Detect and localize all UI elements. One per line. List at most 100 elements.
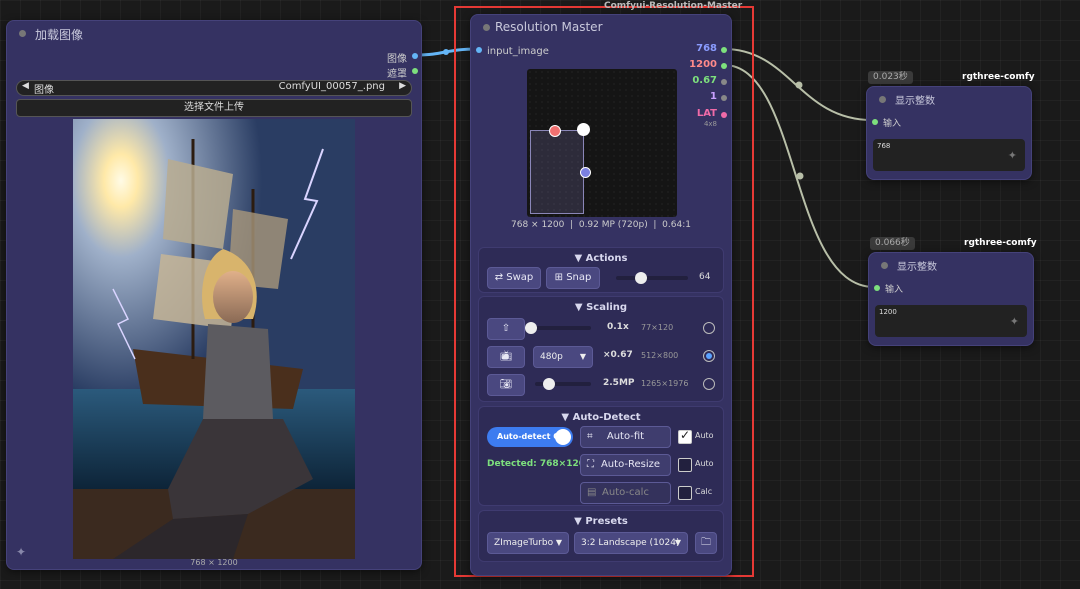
width-handle[interactable] (579, 167, 591, 179)
height-handle[interactable] (549, 124, 562, 137)
megapixel-radio[interactable] (703, 378, 715, 390)
node-title: 加载图像 (35, 28, 84, 42)
output-slot-ratio[interactable] (721, 79, 727, 85)
load-image-node[interactable]: 加载图像 图像 遮罩 ◀ 图像 ComfyUI_00057_.png ▶ 选择文… (6, 20, 422, 570)
auto-detect-title[interactable]: ▼ Auto-Detect (479, 412, 723, 423)
scale-factor-value: 0.1x (607, 322, 629, 332)
auto-fit-checkbox[interactable] (678, 428, 692, 444)
resolution-preset-button[interactable]: 📺︎ (487, 346, 525, 368)
node-title-bar[interactable]: 显示整数 (869, 253, 1033, 277)
chevron-down-icon: ▼ (674, 538, 681, 547)
scale-slider-track[interactable] (531, 326, 591, 330)
resolution-factor-value: ×0.67 (603, 350, 633, 360)
scale-slider-knob[interactable] (525, 322, 537, 334)
sparkle-icon[interactable]: ✦ (16, 545, 26, 559)
folder-icon: 🗀︎ (701, 537, 711, 548)
snap-value: 64 (699, 272, 711, 282)
output-latent: LAT (696, 108, 717, 119)
input-slot[interactable] (874, 285, 880, 291)
megapixel-button[interactable]: 📷︎ (487, 374, 525, 396)
manage-presets-button[interactable]: 🗀︎ (695, 532, 717, 554)
resolution-rect[interactable] (530, 129, 584, 214)
upscale-button[interactable]: ⇧ (487, 318, 525, 340)
calculator-icon: ▤ (587, 487, 597, 498)
display-value: 768 (877, 142, 891, 150)
fit-icon: ⌗ (587, 431, 593, 442)
node-title-bar[interactable]: 加载图像 (7, 21, 421, 45)
resolution-radio[interactable] (703, 350, 715, 362)
input-slot[interactable] (872, 119, 878, 125)
auto-fit-button[interactable]: ⌗ Auto-fit (580, 426, 671, 448)
brand-label: rgthree-comfy (962, 72, 1035, 82)
combo-label: 图像 (34, 85, 54, 96)
output-batch: 1 (710, 91, 717, 102)
upload-button[interactable]: 选择文件上传 (16, 99, 412, 117)
node-title: 显示整数 (895, 96, 935, 107)
resolution-factor-result: 512×800 (641, 351, 679, 360)
output-height: 1200 (689, 59, 717, 70)
snap-slider-knob[interactable] (635, 272, 648, 284)
node-title-bar[interactable]: Resolution Master (471, 15, 731, 39)
preset-value: 3:2 Landscape (1024) (581, 538, 680, 548)
execution-time-badge: 0.066秒 (870, 237, 915, 250)
actions-title[interactable]: ▼ Actions (479, 253, 723, 264)
collapse-dot-icon[interactable] (483, 24, 490, 31)
brand-label: rgthree-comfy (964, 238, 1037, 248)
megapixel-slider-knob[interactable] (543, 378, 555, 390)
collapse-dot-icon[interactable] (19, 30, 26, 37)
resolution-canvas[interactable] (527, 69, 677, 217)
presets-title[interactable]: ▼ Presets (479, 516, 723, 527)
auto-calc-button[interactable]: ▤ Auto-calc (580, 482, 671, 504)
preset-category-value: ZImageTurbo (494, 538, 554, 548)
value-display: 1200 ✦ (875, 305, 1027, 337)
resolution-select[interactable]: 480p ▼ (533, 346, 593, 368)
auto-resize-checkbox[interactable] (678, 458, 692, 472)
collapse-dot-icon[interactable] (879, 96, 886, 103)
chevron-down-icon: ▼ (579, 352, 586, 361)
resolution-select-value: 480p (540, 352, 563, 362)
input-label: 输入 (885, 285, 904, 295)
value-display: 768 ✦ (873, 139, 1025, 171)
image-preview (73, 119, 355, 559)
input-slot-image[interactable] (476, 47, 482, 53)
collapse-dot-icon[interactable] (881, 262, 888, 269)
presets-section: ▼ Presets ZImageTurbo ▼ 3:2 Landscape (1… (478, 510, 724, 562)
scaling-title[interactable]: ▼ Scaling (479, 302, 723, 313)
swap-icon: ⇄ (494, 272, 504, 283)
output-slot-batch[interactable] (721, 95, 727, 101)
auto-detect-toggle[interactable]: Auto-detect On (487, 427, 573, 447)
group-label: Comfyui-Resolution-Master (604, 1, 743, 11)
image-size-caption: 768 × 1200 (190, 558, 238, 567)
snap-slider-track[interactable] (616, 276, 688, 280)
sparkle-icon[interactable]: ✦ (1008, 149, 1017, 162)
swap-button[interactable]: ⇄ Swap (487, 267, 541, 289)
output-slot-image[interactable] (412, 53, 418, 59)
scale-factor-radio[interactable] (703, 322, 715, 334)
combo-right-arrow-icon[interactable]: ▶ (399, 81, 406, 91)
node-title-bar[interactable]: 显示整数 (867, 87, 1031, 111)
preset-category-select[interactable]: ZImageTurbo ▼ (487, 532, 569, 554)
calc-checkbox[interactable] (678, 486, 692, 500)
scale-factor-result: 77×120 (641, 323, 674, 332)
display-int-node-height[interactable]: 显示整数 输入 1200 ✦ (868, 252, 1034, 346)
preset-select[interactable]: 3:2 Landscape (1024) ▼ (574, 532, 688, 554)
output-slot-width[interactable] (721, 47, 727, 53)
output-label-mask: 遮罩 (387, 69, 407, 80)
image-combo[interactable]: ◀ 图像 ComfyUI_00057_.png ▶ (16, 80, 412, 96)
combo-left-arrow-icon[interactable]: ◀ (22, 81, 29, 91)
swap-label: Swap (506, 272, 534, 283)
corner-handle[interactable] (577, 122, 590, 136)
auto-resize-button[interactable]: ⛶ Auto-Resize (580, 454, 671, 476)
output-slot-latent[interactable] (721, 112, 727, 118)
snap-button[interactable]: ⊞ Snap (546, 267, 600, 289)
auto-resize-label: Auto-Resize (600, 459, 661, 470)
sparkle-icon[interactable]: ✦ (1010, 315, 1019, 328)
auto-resize-check-label: Auto (695, 459, 714, 468)
output-slot-height[interactable] (721, 63, 727, 69)
output-slot-mask[interactable] (412, 68, 418, 74)
calc-check-label: Calc (695, 487, 713, 496)
latent-subtext: 4x8 (703, 120, 717, 128)
auto-calc-label: Auto-calc (602, 487, 649, 498)
display-int-node-width[interactable]: 显示整数 输入 768 ✦ (866, 86, 1032, 180)
scaling-section: ▼ Scaling ⇧ 0.1x 77×120 📺︎ 480p ▼ ×0.67 … (478, 296, 724, 402)
